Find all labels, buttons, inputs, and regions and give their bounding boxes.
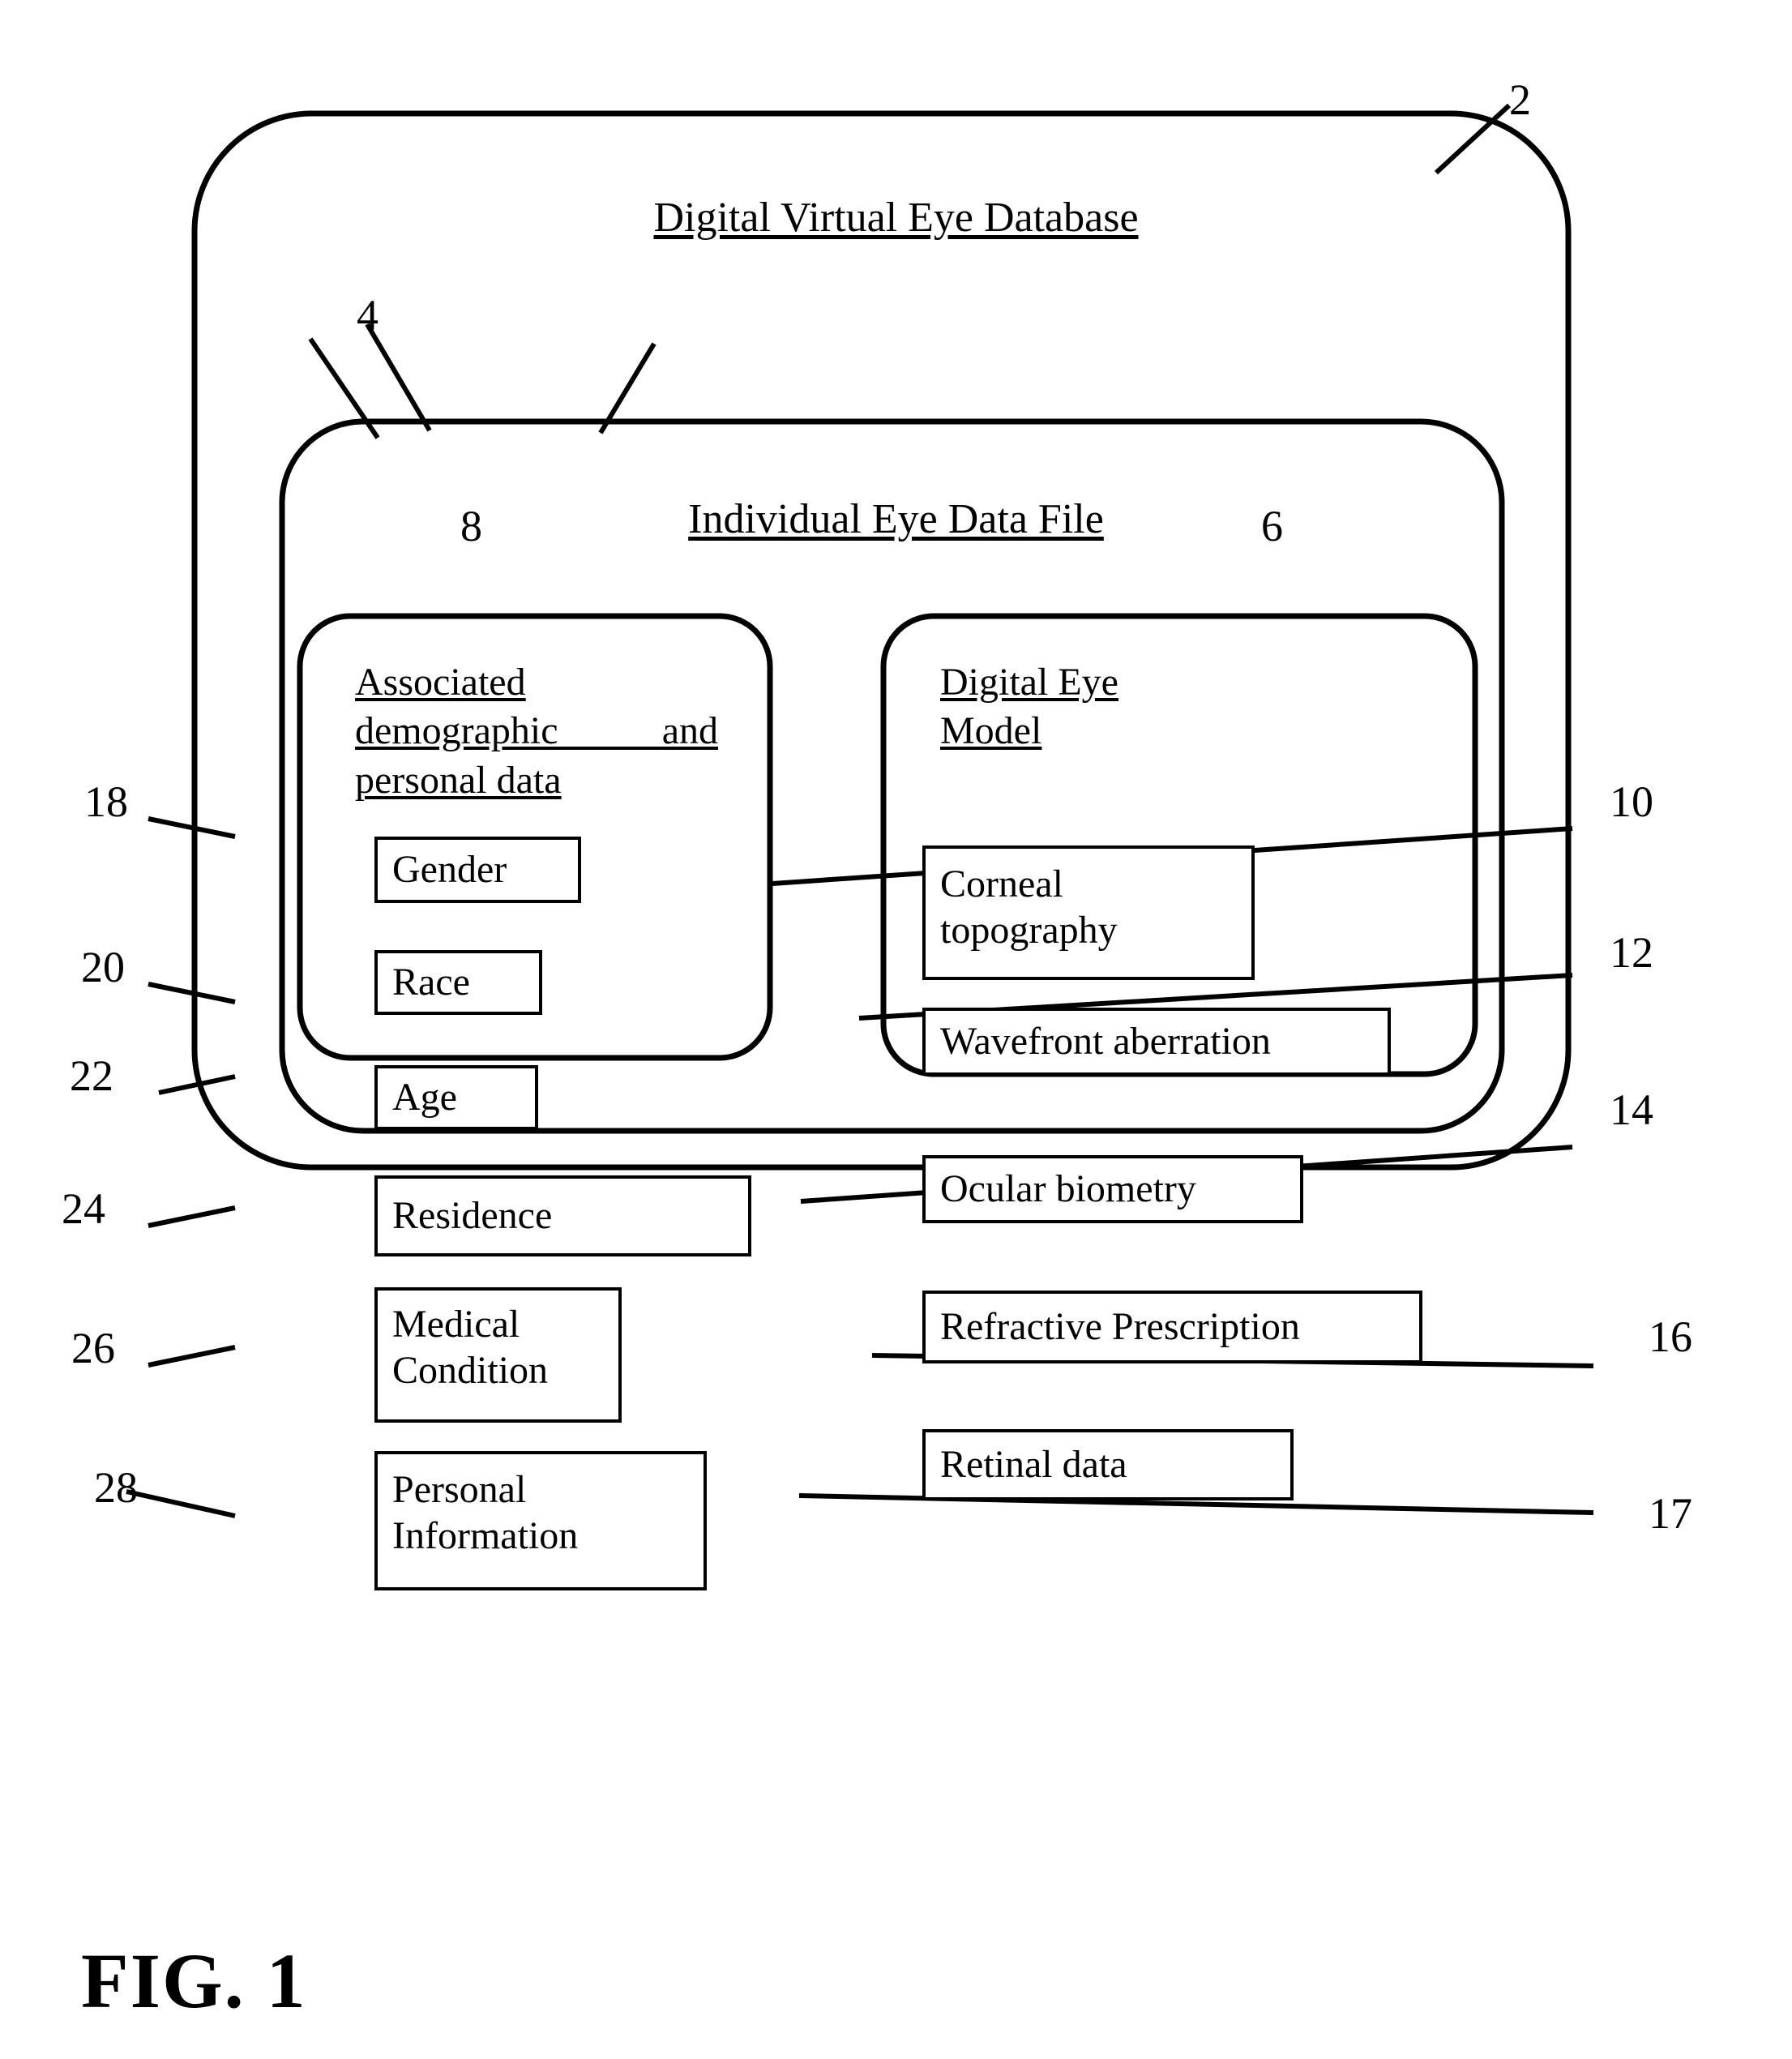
item-label-residence: Residence bbox=[392, 1193, 553, 1237]
item-label-personal-information: Personal Information bbox=[392, 1467, 578, 1559]
reference-numeral-26: 26 bbox=[71, 1324, 115, 1372]
reference-numeral-2: 2 bbox=[1509, 75, 1531, 124]
leader-line-6 bbox=[598, 342, 656, 434]
outer-container-title: Digital Virtual Eye Database bbox=[653, 195, 1139, 241]
middle-container-title-wrap: Individual Eye Data File bbox=[0, 494, 1792, 544]
middle-container-title: Individual Eye Data File bbox=[688, 496, 1104, 542]
left-panel-title-line-3: personal data bbox=[355, 758, 562, 802]
item-box-personal-information[interactable]: Personal Information bbox=[374, 1451, 707, 1590]
item-label-personal-information-line-2: Information bbox=[392, 1513, 579, 1557]
leader-line-26 bbox=[148, 1345, 236, 1368]
reference-numeral-16: 16 bbox=[1649, 1312, 1692, 1361]
left-panel-title-line-1: Associated bbox=[355, 661, 526, 704]
item-label-medical-condition: Medical Condition bbox=[392, 1302, 548, 1393]
item-box-ocular-biometry[interactable]: Ocular biometry bbox=[922, 1155, 1303, 1223]
left-panel-title-line-2: demographic and bbox=[355, 709, 718, 753]
leader-line-22 bbox=[158, 1074, 236, 1095]
figure-caption: FIG. 1 bbox=[81, 1937, 307, 2024]
item-box-race[interactable]: Race bbox=[374, 950, 542, 1015]
item-label-race: Race bbox=[392, 960, 470, 1004]
item-label-medical-condition-line-2: Condition bbox=[392, 1348, 549, 1392]
item-box-wavefront-aberration[interactable]: Wavefront aberration bbox=[922, 1008, 1391, 1076]
leader-line-2 bbox=[1434, 103, 1512, 175]
leader-line-4 bbox=[365, 323, 432, 432]
leader-line-18 bbox=[148, 816, 236, 839]
item-box-refractive-prescription[interactable]: Refractive Prescription bbox=[922, 1291, 1422, 1363]
reference-numeral-10: 10 bbox=[1610, 777, 1653, 826]
item-box-corneal-topography[interactable]: Corneal topography bbox=[922, 845, 1255, 980]
reference-numeral-14: 14 bbox=[1610, 1085, 1653, 1134]
reference-numeral-24: 24 bbox=[62, 1184, 105, 1233]
leader-line-28 bbox=[126, 1489, 236, 1518]
reference-numeral-8: 8 bbox=[460, 502, 482, 550]
item-label-corneal-topography: Corneal topography bbox=[940, 862, 1118, 953]
left-panel-title: Associated demographic and personal data bbox=[355, 658, 718, 805]
right-panel-title: Digital Eye Model bbox=[940, 658, 1289, 756]
item-label-refractive-prescription: Refractive Prescription bbox=[940, 1304, 1300, 1348]
item-box-residence[interactable]: Residence bbox=[374, 1175, 751, 1256]
item-label-corneal-topography-line-2: topography bbox=[940, 908, 1118, 952]
item-label-age: Age bbox=[392, 1075, 457, 1119]
right-panel-title-line-1: Digital Eye bbox=[940, 661, 1118, 704]
reference-numeral-12: 12 bbox=[1610, 928, 1653, 977]
reference-numeral-22: 22 bbox=[70, 1051, 113, 1100]
reference-numeral-20: 20 bbox=[81, 943, 125, 991]
reference-numeral-18: 18 bbox=[84, 777, 128, 826]
item-label-medical-condition-line-1: Medical bbox=[392, 1303, 520, 1346]
item-box-medical-condition[interactable]: Medical Condition bbox=[374, 1287, 622, 1423]
figure-line-art bbox=[126, 103, 1594, 1518]
item-label-retinal-data: Retinal data bbox=[940, 1442, 1127, 1486]
outer-container-title-wrap: Digital Virtual Eye Database bbox=[0, 193, 1792, 242]
leader-line-8 bbox=[308, 337, 380, 439]
reference-numeral-17: 17 bbox=[1649, 1489, 1692, 1538]
reference-numeral-28: 28 bbox=[94, 1463, 138, 1512]
item-box-retinal-data[interactable]: Retinal data bbox=[922, 1429, 1294, 1500]
item-label-corneal-topography-line-1: Corneal bbox=[940, 863, 1063, 905]
leader-line-20 bbox=[148, 982, 236, 1004]
patent-figure: Digital Virtual Eye Database Individual … bbox=[0, 0, 1792, 2059]
right-panel-title-line-2: Model bbox=[940, 709, 1042, 753]
reference-numeral-6: 6 bbox=[1261, 502, 1283, 550]
item-label-ocular-biometry: Ocular biometry bbox=[940, 1166, 1196, 1210]
leader-line-24 bbox=[148, 1205, 236, 1228]
item-box-age[interactable]: Age bbox=[374, 1065, 538, 1130]
item-box-gender[interactable]: Gender bbox=[374, 837, 581, 903]
item-label-personal-information-line-1: Personal bbox=[392, 1468, 527, 1511]
item-label-wavefront-aberration: Wavefront aberration bbox=[940, 1019, 1271, 1063]
item-label-gender: Gender bbox=[392, 847, 507, 891]
reference-numeral-4: 4 bbox=[357, 291, 379, 340]
